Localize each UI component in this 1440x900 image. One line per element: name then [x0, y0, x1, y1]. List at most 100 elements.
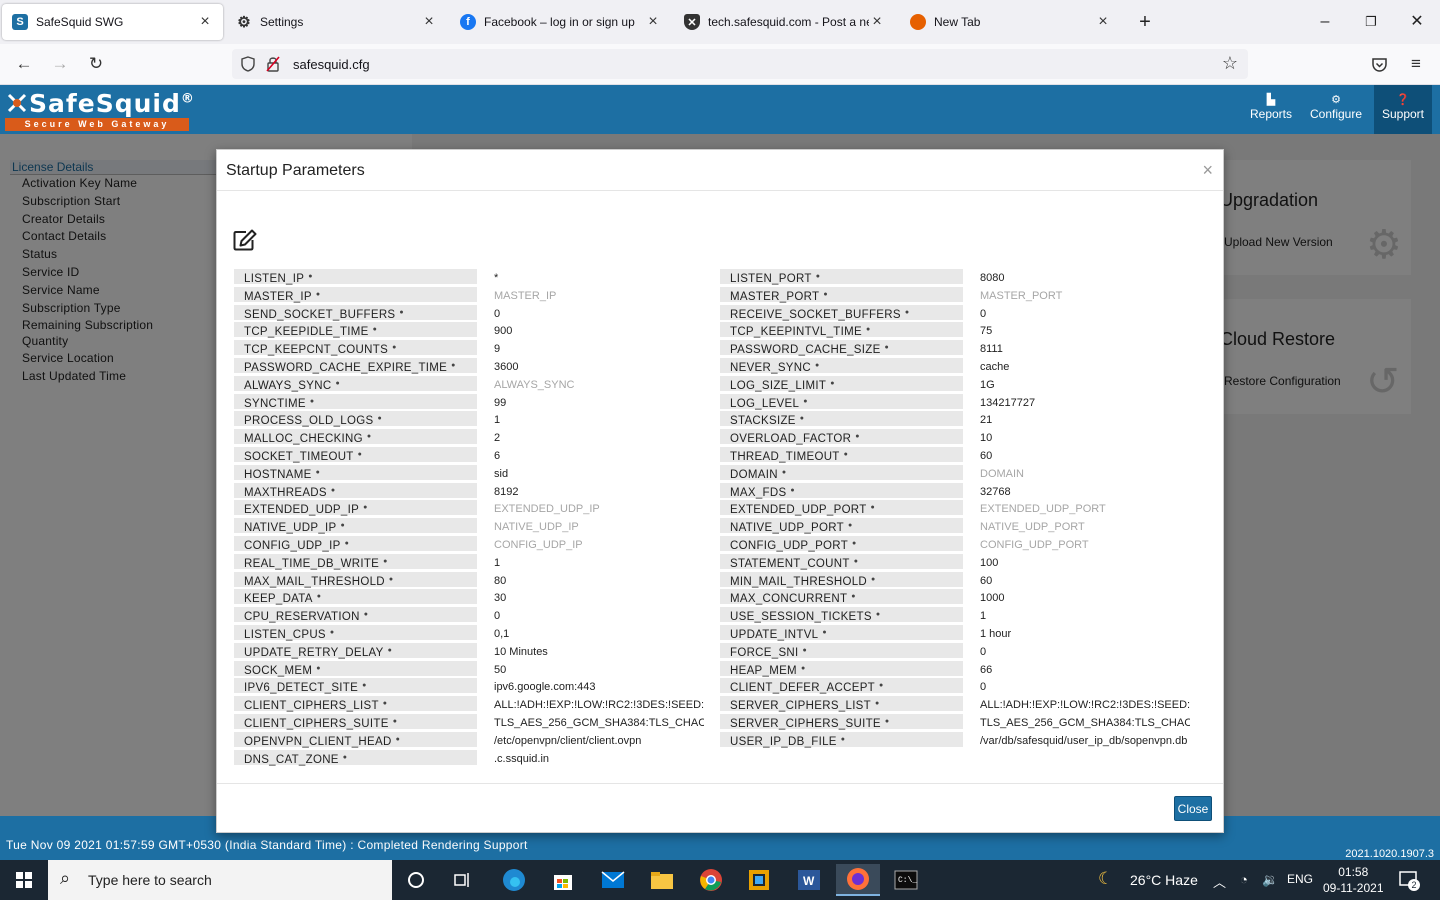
info-icon[interactable]: ●	[800, 415, 805, 422]
wifi-icon[interactable]: ◔	[1240, 872, 1248, 887]
close-tab-icon[interactable]: ×	[421, 14, 437, 30]
tab-facebook[interactable]: f Facebook – log in or sign up ×	[450, 4, 671, 40]
info-icon[interactable]: ●	[871, 576, 876, 583]
info-icon[interactable]: ●	[451, 362, 456, 369]
info-icon[interactable]: ●	[363, 504, 368, 511]
info-icon[interactable]: ●	[308, 273, 313, 280]
info-icon[interactable]: ●	[885, 344, 890, 351]
info-icon[interactable]: ●	[330, 629, 335, 636]
close-tab-icon[interactable]: ×	[197, 14, 213, 30]
info-icon[interactable]: ●	[782, 469, 787, 476]
close-window-icon[interactable]: ✕	[1402, 10, 1432, 34]
mail-icon[interactable]	[591, 864, 635, 896]
restore-window-icon[interactable]: ❐	[1356, 10, 1386, 34]
info-icon[interactable]: ●	[848, 522, 853, 529]
info-icon[interactable]: ●	[316, 665, 321, 672]
info-icon[interactable]: ●	[885, 718, 890, 725]
info-icon[interactable]: ●	[388, 647, 393, 654]
info-icon[interactable]: ●	[815, 362, 820, 369]
modal-close-x-icon[interactable]: ×	[1202, 160, 1213, 181]
info-icon[interactable]: ●	[790, 487, 795, 494]
weather-text[interactable]: 26°C Haze	[1130, 872, 1198, 888]
notification-icon[interactable]: 2	[1398, 869, 1420, 891]
info-icon[interactable]: ●	[399, 309, 404, 316]
info-icon[interactable]: ●	[823, 291, 828, 298]
bookmark-star-icon[interactable]: ☆	[1222, 53, 1238, 74]
info-icon[interactable]: ●	[803, 398, 808, 405]
info-icon[interactable]: ●	[364, 611, 369, 618]
clock[interactable]: 01:58 09-11-2021	[1323, 864, 1384, 896]
info-icon[interactable]: ●	[343, 754, 348, 761]
info-icon[interactable]: ●	[803, 647, 808, 654]
windows-start-icon[interactable]	[0, 860, 48, 900]
edge-icon[interactable]	[492, 864, 536, 896]
info-icon[interactable]: ●	[392, 344, 397, 351]
chevron-up-icon[interactable]: ︿	[1213, 872, 1226, 891]
remote-desktop-icon[interactable]	[737, 864, 781, 896]
store-icon[interactable]	[541, 864, 585, 896]
info-icon[interactable]: ●	[871, 504, 876, 511]
pocket-icon[interactable]	[1371, 57, 1388, 73]
info-icon[interactable]: ●	[358, 451, 363, 458]
info-icon[interactable]: ●	[373, 326, 378, 333]
tab-tech-safesquid[interactable]: ✕ tech.safesquid.com - Post a new ×	[674, 4, 895, 40]
tab-safesquid[interactable]: S SafeSquid SWG ×	[2, 4, 223, 40]
close-tab-icon[interactable]: ×	[1095, 14, 1111, 30]
safesquid-logo[interactable]: SafeSquid® Secure Web Gateway	[5, 88, 194, 132]
info-icon[interactable]: ●	[367, 433, 372, 440]
info-icon[interactable]: ●	[854, 558, 859, 565]
tab-new-tab[interactable]: New Tab ×	[900, 4, 1121, 40]
language-indicator[interactable]: ENG	[1287, 872, 1313, 886]
hamburger-menu-icon[interactable]: ≡	[1404, 52, 1428, 76]
info-icon[interactable]: ●	[362, 682, 367, 689]
insecure-lock-icon[interactable]	[266, 56, 280, 72]
configure-button[interactable]: ⚙ Configure	[1305, 85, 1367, 134]
info-icon[interactable]: ●	[317, 593, 322, 600]
new-tab-plus-icon[interactable]: +	[1130, 10, 1160, 34]
close-tab-icon[interactable]: ×	[869, 14, 885, 30]
tab-settings[interactable]: ⚙ Settings ×	[226, 4, 447, 40]
task-view-icon[interactable]	[441, 864, 485, 896]
info-icon[interactable]: ●	[341, 522, 346, 529]
info-icon[interactable]: ●	[855, 433, 860, 440]
info-icon[interactable]: ●	[316, 291, 321, 298]
volume-icon[interactable]: 🔉	[1262, 872, 1278, 888]
reports-button[interactable]: ▙ Reports	[1240, 85, 1302, 134]
taskbar-search-box[interactable]: ⌕ Type here to search	[48, 860, 392, 900]
info-icon[interactable]: ●	[844, 451, 849, 458]
shield-icon[interactable]	[240, 56, 256, 72]
back-arrow-icon[interactable]: ←	[12, 52, 36, 76]
cortana-icon[interactable]	[394, 864, 438, 896]
info-icon[interactable]: ●	[335, 380, 340, 387]
info-icon[interactable]: ●	[377, 415, 382, 422]
chrome-icon[interactable]	[689, 864, 733, 896]
firefox-icon[interactable]	[836, 864, 880, 896]
info-icon[interactable]: ●	[830, 380, 835, 387]
url-bar[interactable]: safesquid.cfg ☆	[232, 49, 1248, 79]
close-tab-icon[interactable]: ×	[645, 14, 661, 30]
info-icon[interactable]: ●	[383, 558, 388, 565]
support-button[interactable]: ❓ Support	[1374, 85, 1432, 134]
info-icon[interactable]: ●	[866, 326, 871, 333]
info-icon[interactable]: ●	[875, 700, 880, 707]
minimize-icon[interactable]: –	[1310, 10, 1340, 34]
info-icon[interactable]: ●	[331, 487, 336, 494]
weather-moon-icon[interactable]: ☾	[1098, 869, 1113, 889]
info-icon[interactable]: ●	[822, 629, 827, 636]
info-icon[interactable]: ●	[905, 309, 910, 316]
info-icon[interactable]: ●	[389, 576, 394, 583]
info-icon[interactable]: ●	[393, 718, 398, 725]
info-icon[interactable]: ●	[396, 736, 401, 743]
info-icon[interactable]: ●	[816, 273, 821, 280]
info-icon[interactable]: ●	[841, 736, 846, 743]
file-explorer-icon[interactable]	[640, 864, 684, 896]
info-icon[interactable]: ●	[801, 665, 806, 672]
info-icon[interactable]: ●	[852, 540, 857, 547]
close-button[interactable]: Close	[1174, 796, 1212, 821]
info-icon[interactable]: ●	[316, 469, 321, 476]
info-icon[interactable]: ●	[345, 540, 350, 547]
info-icon[interactable]: ●	[851, 593, 856, 600]
info-icon[interactable]: ●	[383, 700, 388, 707]
terminal-icon[interactable]: C:\_	[884, 864, 928, 896]
edit-icon[interactable]	[233, 229, 257, 251]
